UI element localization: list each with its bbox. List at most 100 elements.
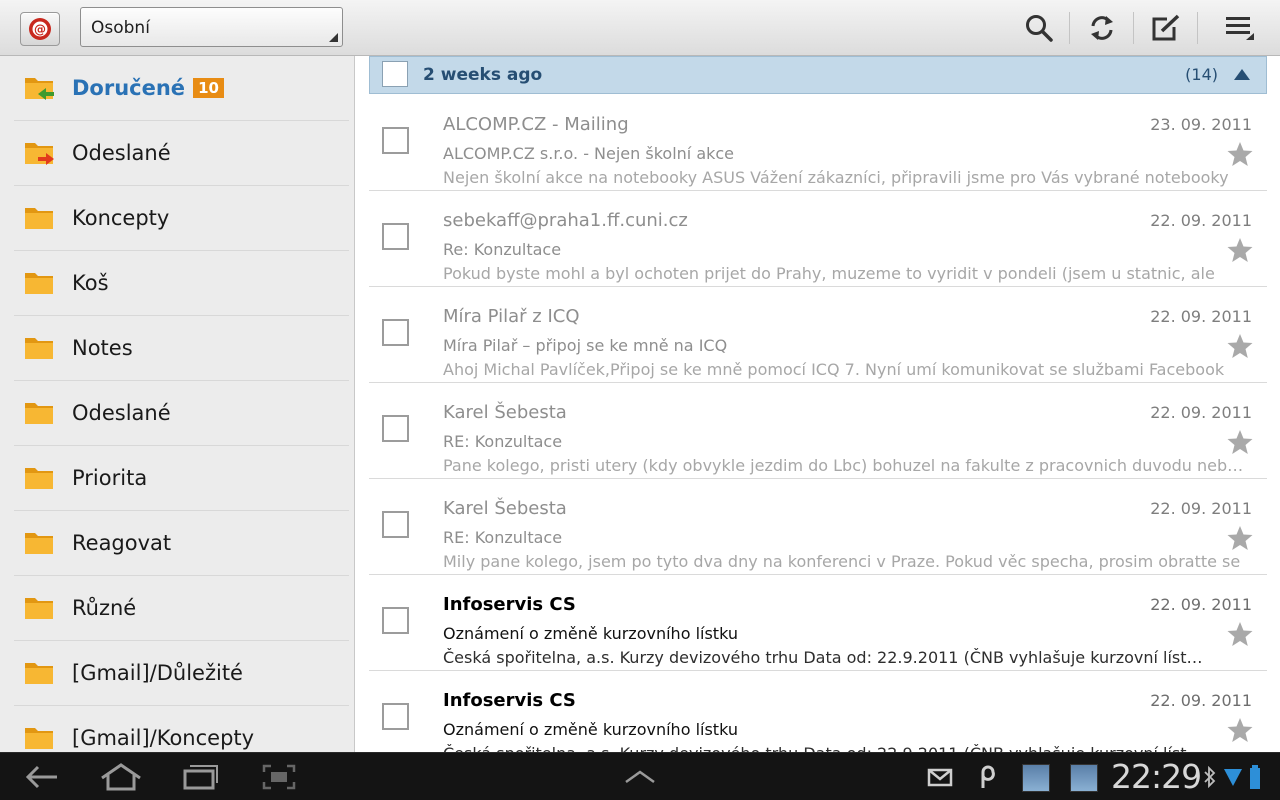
folder-sidebar: Doručené 10 Odeslané Koncepty Koš Notes Odesla… <box>0 56 355 752</box>
search-button[interactable] <box>1021 10 1057 46</box>
message-snippet: Mily pane kolego, jsem po tyto dva dny n… <box>443 552 1241 571</box>
folder-name: Odeslané <box>72 141 171 165</box>
message-sender: Míra Pilař z ICQ <box>443 306 580 327</box>
selection-pointer <box>354 80 355 108</box>
menu-icon <box>1226 17 1254 40</box>
message-row[interactable]: Karel Šebesta 22. 09. 2011 RE: Konzultace M… <box>369 479 1267 575</box>
back-arrow-icon <box>25 765 57 789</box>
overflow-menu-button[interactable] <box>1222 10 1258 46</box>
message-date: 22. 09. 2011 <box>1150 499 1252 518</box>
group-title: 2 weeks ago <box>423 65 543 85</box>
toolbar-divider <box>1197 12 1198 44</box>
compose-button[interactable] <box>1148 10 1184 46</box>
account-dropdown[interactable]: Osobní <box>80 7 343 47</box>
notification-thumbnail[interactable] <box>1070 764 1098 792</box>
message-subject: RE: Konzultace <box>443 432 563 451</box>
folder-icon <box>24 529 54 555</box>
sidebar-item-folder[interactable]: Doručené 10 <box>14 56 349 121</box>
select-group-checkbox[interactable] <box>382 61 408 87</box>
app-tray-button[interactable] <box>622 761 658 793</box>
date-group-header[interactable]: 2 weeks ago (14) <box>369 56 1267 94</box>
message-checkbox[interactable] <box>382 607 409 634</box>
sidebar-item-folder[interactable]: Notes <box>14 316 349 381</box>
folder-icon <box>24 724 54 750</box>
toolbar-divider <box>1069 12 1070 44</box>
recent-apps-icon <box>183 765 218 790</box>
sidebar-item-folder[interactable]: Reagovat <box>14 511 349 576</box>
message-checkbox[interactable] <box>382 223 409 250</box>
sidebar-item-folder[interactable]: Koncepty <box>14 186 349 251</box>
sidebar-item-label: Různé <box>72 596 136 620</box>
system-bar: 22:29 <box>0 752 1280 800</box>
message-row[interactable]: sebekaff@praha1.ff.cuni.cz 22. 09. 2011 Re… <box>369 191 1267 287</box>
gmail-notification[interactable] <box>926 761 954 793</box>
star-icon[interactable] <box>1227 525 1253 551</box>
sidebar-item-label: Koš <box>72 271 109 295</box>
star-icon[interactable] <box>1227 621 1253 647</box>
folder-name: Koncepty <box>72 206 170 230</box>
message-date: 22. 09. 2011 <box>1150 691 1252 710</box>
clock: 22:29 <box>1111 757 1202 796</box>
sidebar-item-label: [Gmail]/Koncepty <box>72 726 254 750</box>
message-row[interactable]: Míra Pilař z ICQ 22. 09. 2011 Míra Pilař –… <box>369 287 1267 383</box>
message-date: 22. 09. 2011 <box>1150 307 1252 326</box>
message-checkbox[interactable] <box>382 319 409 346</box>
message-snippet: Ahoj Michal Pavlíček,Připoj se ke mně po… <box>443 360 1225 379</box>
chevron-up-icon <box>625 770 655 784</box>
svg-text:@: @ <box>34 23 46 37</box>
star-icon[interactable] <box>1227 717 1253 743</box>
back-button[interactable] <box>22 761 62 793</box>
outbox-folder-icon <box>24 139 54 165</box>
message-row[interactable]: Infoservis CS 22. 09. 2011 Oznámení o změn… <box>369 575 1267 671</box>
recent-apps-button[interactable] <box>181 761 221 793</box>
email-app-icon[interactable]: @ <box>20 12 60 46</box>
compose-icon <box>1152 14 1180 41</box>
message-checkbox[interactable] <box>382 415 409 442</box>
inbox-folder-icon <box>24 74 54 100</box>
star-icon[interactable] <box>1227 237 1253 263</box>
folder-name: Odeslané <box>72 401 171 425</box>
battery-icon <box>1250 765 1260 789</box>
message-row[interactable]: Karel Šebesta 22. 09. 2011 RE: Konzultace P… <box>369 383 1267 479</box>
message-row[interactable]: Infoservis CS 22. 09. 2011 Oznámení o změn… <box>369 671 1267 752</box>
notification-thumbnail[interactable] <box>1022 764 1050 792</box>
refresh-button[interactable] <box>1084 10 1120 46</box>
screenshot-button[interactable] <box>260 761 298 793</box>
action-bar: @ Osobní <box>0 0 1280 56</box>
star-icon[interactable] <box>1227 333 1253 359</box>
collapse-arrow-icon[interactable] <box>1234 69 1250 80</box>
message-checkbox[interactable] <box>382 511 409 538</box>
sidebar-item-folder[interactable]: Priorita <box>14 446 349 511</box>
message-date: 22. 09. 2011 <box>1150 403 1252 422</box>
home-button[interactable] <box>98 761 144 793</box>
folder-name: Notes <box>72 336 133 360</box>
bluetooth-icon <box>1204 766 1216 788</box>
sidebar-item-label: [Gmail]/Důležité <box>72 661 243 685</box>
sidebar-item-folder[interactable]: Koš <box>14 251 349 316</box>
message-subject: Míra Pilař – připoj se ke mně na ICQ <box>443 336 728 355</box>
home-icon <box>101 763 141 791</box>
message-subject: RE: Konzultace <box>443 528 563 547</box>
message-date: 22. 09. 2011 <box>1150 595 1252 614</box>
sidebar-item-folder[interactable]: [Gmail]/Koncepty <box>14 706 349 752</box>
message-checkbox[interactable] <box>382 703 409 730</box>
sidebar-item-label: Koncepty <box>72 206 169 230</box>
message-snippet: Česká spořitelna, a.s. Kurzy devizového … <box>443 648 1205 667</box>
star-icon[interactable] <box>1227 429 1253 455</box>
sidebar-item-folder[interactable]: [Gmail]/Důležité <box>14 641 349 706</box>
sidebar-item-label: Odeslané <box>72 141 171 165</box>
sidebar-item-folder[interactable]: Odeslané <box>14 381 349 446</box>
sync-notification[interactable] <box>976 761 1000 793</box>
sidebar-item-folder[interactable]: Různé <box>14 576 349 641</box>
account-dropdown-value: Osobní <box>91 18 150 38</box>
folder-name: Priorita <box>72 466 148 490</box>
gmail-icon <box>927 768 953 787</box>
message-checkbox[interactable] <box>382 127 409 154</box>
star-icon[interactable] <box>1227 141 1253 167</box>
folder-icon <box>24 399 54 425</box>
battery-status <box>1248 761 1262 793</box>
sidebar-item-folder[interactable]: Odeslané <box>14 121 349 186</box>
screenshot-icon <box>262 764 296 790</box>
message-list: 2 weeks ago (14) ALCOMP.CZ - Mailing 23. … <box>356 56 1280 752</box>
message-row[interactable]: ALCOMP.CZ - Mailing 23. 09. 2011 ALCOMP.CZ… <box>369 95 1267 191</box>
